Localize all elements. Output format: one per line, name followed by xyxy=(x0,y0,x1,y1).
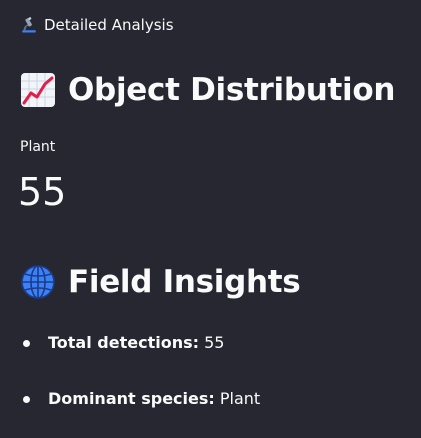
metric-value: 55 xyxy=(18,170,67,214)
list-item: Dominant species: Plant xyxy=(20,382,260,416)
breadcrumb: Detailed Analysis xyxy=(20,14,174,36)
list-item: Total detections: 55 xyxy=(20,326,260,360)
section-title-distribution: Object Distribution xyxy=(20,70,395,110)
insight-label: Total detections: xyxy=(48,333,200,352)
section-title-text: Field Insights xyxy=(68,264,301,300)
insight-value: 55 xyxy=(204,333,225,352)
insight-label: Dominant species: xyxy=(48,389,215,408)
section-title-text: Object Distribution xyxy=(68,72,396,108)
metric-label: Plant xyxy=(20,139,56,155)
section-title-insights: Field Insights xyxy=(20,262,301,302)
insight-value: Plant xyxy=(219,389,261,408)
globe-icon xyxy=(21,265,55,299)
insights-list: Total detections: 55 Dominant species: P… xyxy=(20,326,260,438)
breadcrumb-label: Detailed Analysis xyxy=(44,16,174,34)
chart-increasing-icon xyxy=(21,73,55,107)
microscope-icon xyxy=(22,17,36,33)
